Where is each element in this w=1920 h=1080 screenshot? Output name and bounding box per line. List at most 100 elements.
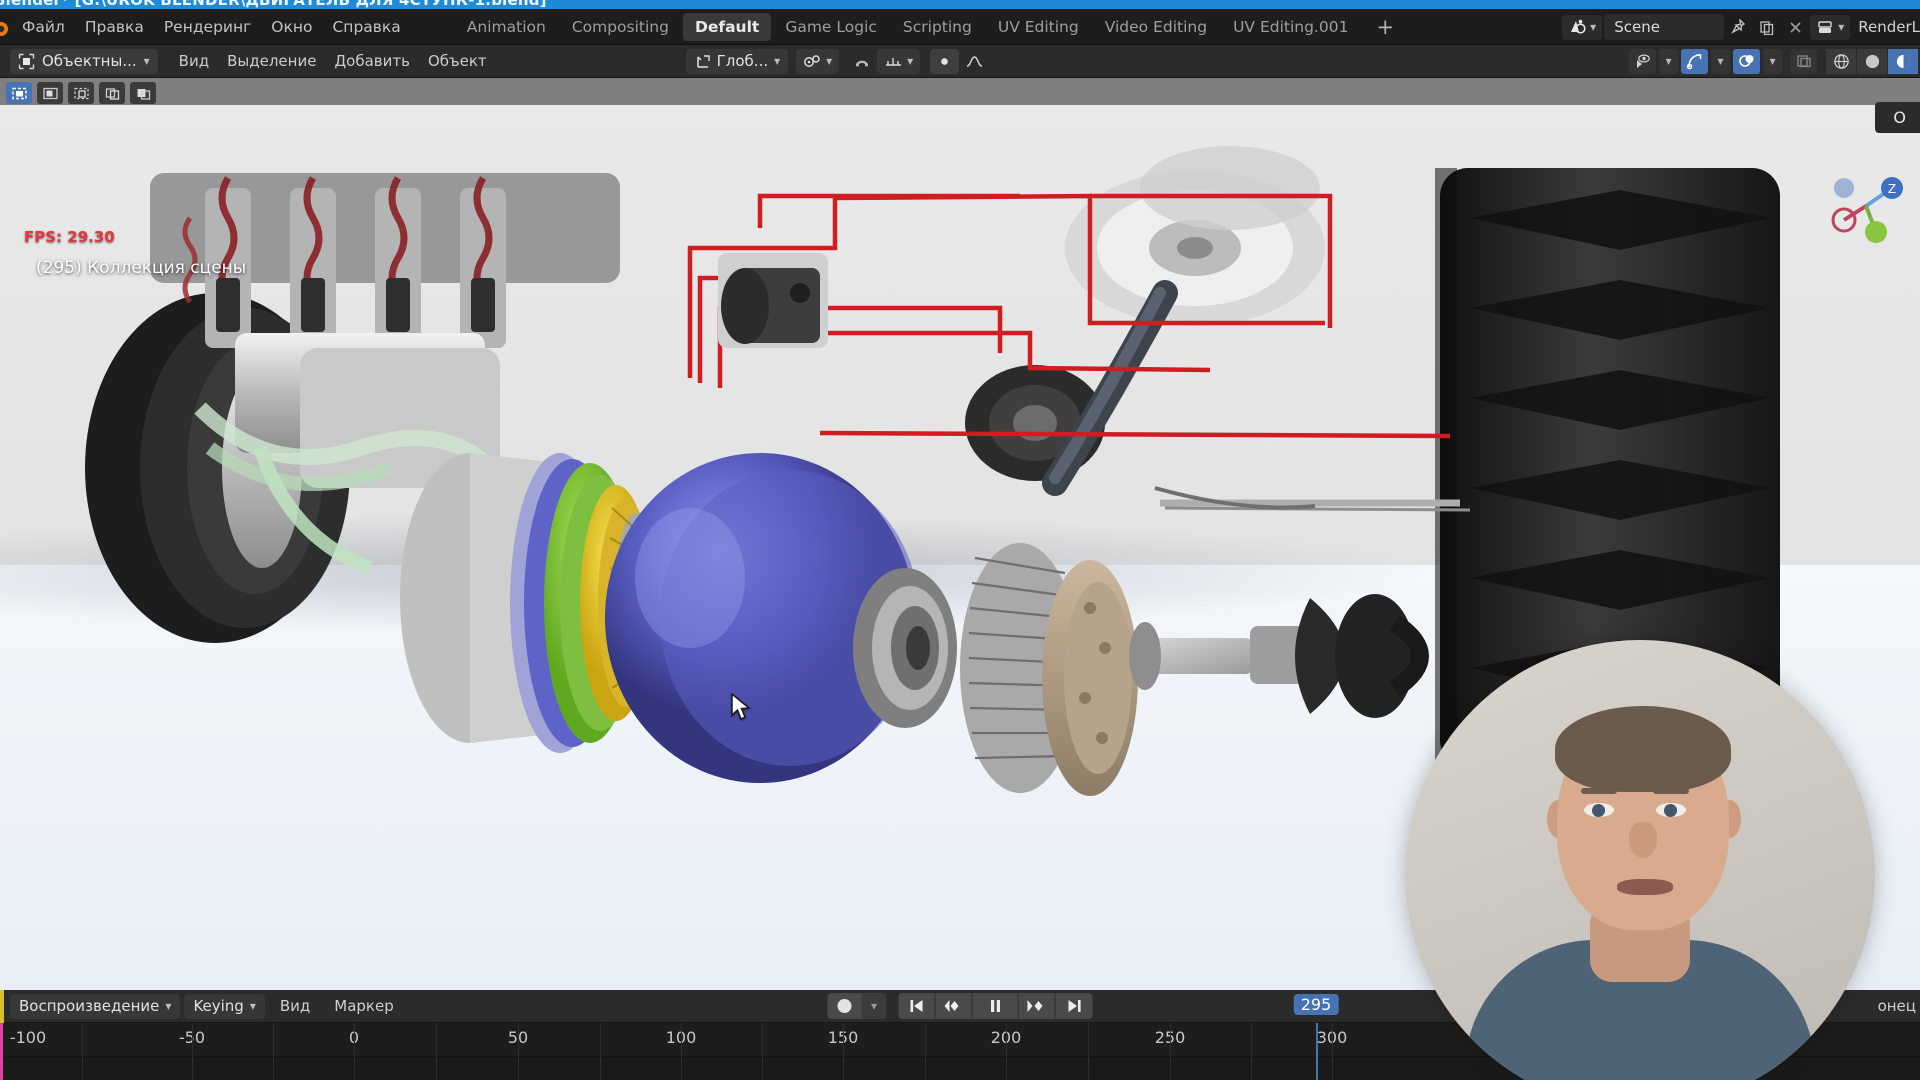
top-bar: Файл Правка Рендеринг Окно Справка Anima… bbox=[0, 9, 1920, 45]
webcam-mouth bbox=[1617, 879, 1673, 895]
jump-to-end-icon[interactable] bbox=[1055, 993, 1093, 1019]
webcam-brow-left bbox=[1581, 788, 1617, 794]
webcam-pupil-left bbox=[1592, 804, 1605, 817]
jump-to-start-icon[interactable] bbox=[898, 993, 936, 1019]
blender-window: Blender* [G:\UROK BLENDER\ДВИГАТЕЛЬ ДЛЯ … bbox=[0, 0, 1920, 1080]
pin-icon[interactable] bbox=[1726, 14, 1752, 40]
timeline-playback-label: Воспроизведение bbox=[19, 997, 160, 1015]
window-title: Blender* [G:\UROK BLENDER\ДВИГАТЕЛЬ ДЛЯ … bbox=[0, 0, 547, 9]
viewport-menu-add[interactable]: Добавить bbox=[325, 49, 419, 73]
current-frame-badge[interactable]: 295 bbox=[1293, 994, 1339, 1015]
view-layer-icon[interactable]: ▾ bbox=[1810, 14, 1851, 40]
viewport-menu-select[interactable]: Выделение bbox=[218, 49, 325, 73]
webcam-hair bbox=[1555, 706, 1731, 792]
playhead-line bbox=[1316, 1023, 1318, 1080]
sidebar-tab-item[interactable]: O bbox=[1875, 102, 1920, 133]
gizmo-chevron-down-icon[interactable]: ▾ bbox=[1711, 48, 1730, 74]
fps-overlay: FPS: 29.30 bbox=[24, 228, 115, 246]
workspace-tab-uv-editing[interactable]: UV Editing bbox=[986, 13, 1091, 41]
select-tool-buttons bbox=[6, 82, 156, 104]
record-chevron-down-icon[interactable]: ▾ bbox=[861, 993, 887, 1019]
scene-icon[interactable]: ▾ bbox=[1562, 14, 1603, 40]
timeline-menu-marker[interactable]: Маркер bbox=[325, 994, 402, 1018]
viewport-menu-view[interactable]: Вид bbox=[170, 49, 218, 73]
os-title-bar: Blender* [G:\UROK BLENDER\ДВИГАТЕЛЬ ДЛЯ … bbox=[0, 0, 1920, 9]
snap-settings[interactable]: ▾ bbox=[877, 48, 921, 74]
menu-render[interactable]: Рендеринг bbox=[154, 15, 261, 39]
object-visibility-icon[interactable] bbox=[1629, 48, 1656, 74]
menu-edit[interactable]: Правка bbox=[75, 15, 154, 39]
chevron-down-icon: ▾ bbox=[249, 999, 256, 1013]
viewport-header-right-group: ▾ ▾ ▾ bbox=[1629, 48, 1920, 74]
x-ray-icon[interactable] bbox=[1790, 48, 1817, 74]
chevron-down-icon: ▾ bbox=[165, 999, 172, 1013]
chevron-down-icon: ▾ bbox=[1838, 20, 1845, 34]
timeline-menu-playback[interactable]: Воспроизведение ▾ bbox=[10, 993, 181, 1019]
workspace-tab-game-logic[interactable]: Game Logic bbox=[773, 13, 889, 41]
mode-selector[interactable]: Объектны... ▾ bbox=[10, 48, 158, 74]
shading-wireframe-icon[interactable] bbox=[1826, 48, 1856, 74]
select-subtract-icon[interactable] bbox=[68, 82, 94, 104]
navigation-gizmo[interactable]: Z bbox=[1818, 158, 1914, 254]
chevron-down-icon: ▾ bbox=[1590, 20, 1597, 34]
close-icon[interactable] bbox=[1782, 14, 1808, 40]
previous-keyframe-icon[interactable] bbox=[935, 993, 973, 1019]
proportional-editing-toggle[interactable] bbox=[930, 48, 960, 74]
workspace-tab-animation[interactable]: Animation bbox=[455, 13, 558, 41]
object-visibility-chevron-down-icon[interactable]: ▾ bbox=[1659, 48, 1678, 74]
scene-collection-overlay: (295) Коллекция сцены bbox=[36, 258, 247, 278]
workspace-tab-uv-editing-001[interactable]: UV Editing.001 bbox=[1221, 13, 1360, 41]
select-box-icon[interactable] bbox=[6, 82, 32, 104]
render-layer-label: RenderL bbox=[1858, 18, 1920, 36]
mode-label: Объектны... bbox=[42, 52, 137, 70]
falloff-curve-icon bbox=[967, 55, 983, 67]
shading-material-preview-icon[interactable] bbox=[1888, 48, 1918, 74]
viewport-header: Объектны... ▾ Вид Выделение Добавить Объ… bbox=[0, 45, 1920, 78]
pivot-point-icon bbox=[804, 54, 820, 67]
overlays-chevron-down-icon[interactable]: ▾ bbox=[1763, 48, 1782, 74]
pause-icon[interactable] bbox=[972, 993, 1019, 1019]
overlays-icon[interactable] bbox=[1733, 48, 1760, 74]
timeline-menu-view[interactable]: Вид bbox=[271, 994, 319, 1018]
orientation-label: Глоб... bbox=[716, 52, 769, 70]
select-difference-icon[interactable] bbox=[130, 82, 156, 104]
transform-orientation-selector[interactable]: Глоб... ▾ bbox=[685, 48, 789, 74]
ruler-tick: -100 bbox=[9, 1028, 47, 1047]
snap-increment-icon bbox=[886, 57, 902, 66]
workspace-tab-default[interactable]: Default bbox=[682, 13, 772, 41]
scene-name-field[interactable]: Scene bbox=[1604, 14, 1725, 40]
pivot-point-selector[interactable]: ▾ bbox=[796, 48, 840, 74]
snapping-group[interactable] bbox=[847, 49, 877, 74]
new-scene-icon[interactable] bbox=[1754, 14, 1780, 40]
gizmo-icon[interactable] bbox=[1681, 48, 1708, 74]
chevron-down-icon: ▾ bbox=[143, 54, 150, 68]
menu-help[interactable]: Справка bbox=[322, 15, 410, 39]
scene-name-value: Scene bbox=[1614, 18, 1660, 36]
add-workspace-button[interactable]: + bbox=[1362, 16, 1408, 38]
next-keyframe-icon[interactable] bbox=[1018, 993, 1056, 1019]
record-icon[interactable] bbox=[827, 993, 862, 1019]
webcam-brow-right bbox=[1653, 788, 1689, 794]
select-intersect-icon[interactable] bbox=[99, 82, 125, 104]
chevron-down-icon: ▾ bbox=[907, 54, 914, 68]
proportional-falloff-selector[interactable] bbox=[959, 49, 990, 74]
transform-orientation-icon bbox=[696, 54, 710, 68]
playback-transport-controls: ▾ bbox=[827, 993, 1093, 1019]
timeline-end-label: онец bbox=[1877, 997, 1916, 1015]
blender-logo-icon[interactable] bbox=[0, 14, 12, 40]
magnet-icon bbox=[856, 60, 869, 67]
timeline-range-start-marker bbox=[0, 1023, 3, 1080]
workspace-tab-video-editing[interactable]: Video Editing bbox=[1093, 13, 1219, 41]
timeline-menu-keying[interactable]: Keying ▾ bbox=[184, 993, 265, 1019]
viewport-menu-object[interactable]: Объект bbox=[419, 49, 496, 73]
menu-window[interactable]: Окно bbox=[261, 15, 322, 39]
select-extend-icon[interactable] bbox=[37, 82, 63, 104]
workspace-tab-compositing[interactable]: Compositing bbox=[560, 13, 681, 41]
top-bar-right-group: ▾ Scene ▾ RenderL bbox=[1562, 14, 1920, 40]
workspace-tab-scripting[interactable]: Scripting bbox=[891, 13, 984, 41]
shading-solid-icon[interactable] bbox=[1857, 48, 1887, 74]
shading-mode-group bbox=[1826, 48, 1918, 74]
chevron-down-icon: ▾ bbox=[774, 54, 781, 68]
chevron-down-icon: ▾ bbox=[826, 54, 833, 68]
menu-file[interactable]: Файл bbox=[12, 15, 75, 39]
